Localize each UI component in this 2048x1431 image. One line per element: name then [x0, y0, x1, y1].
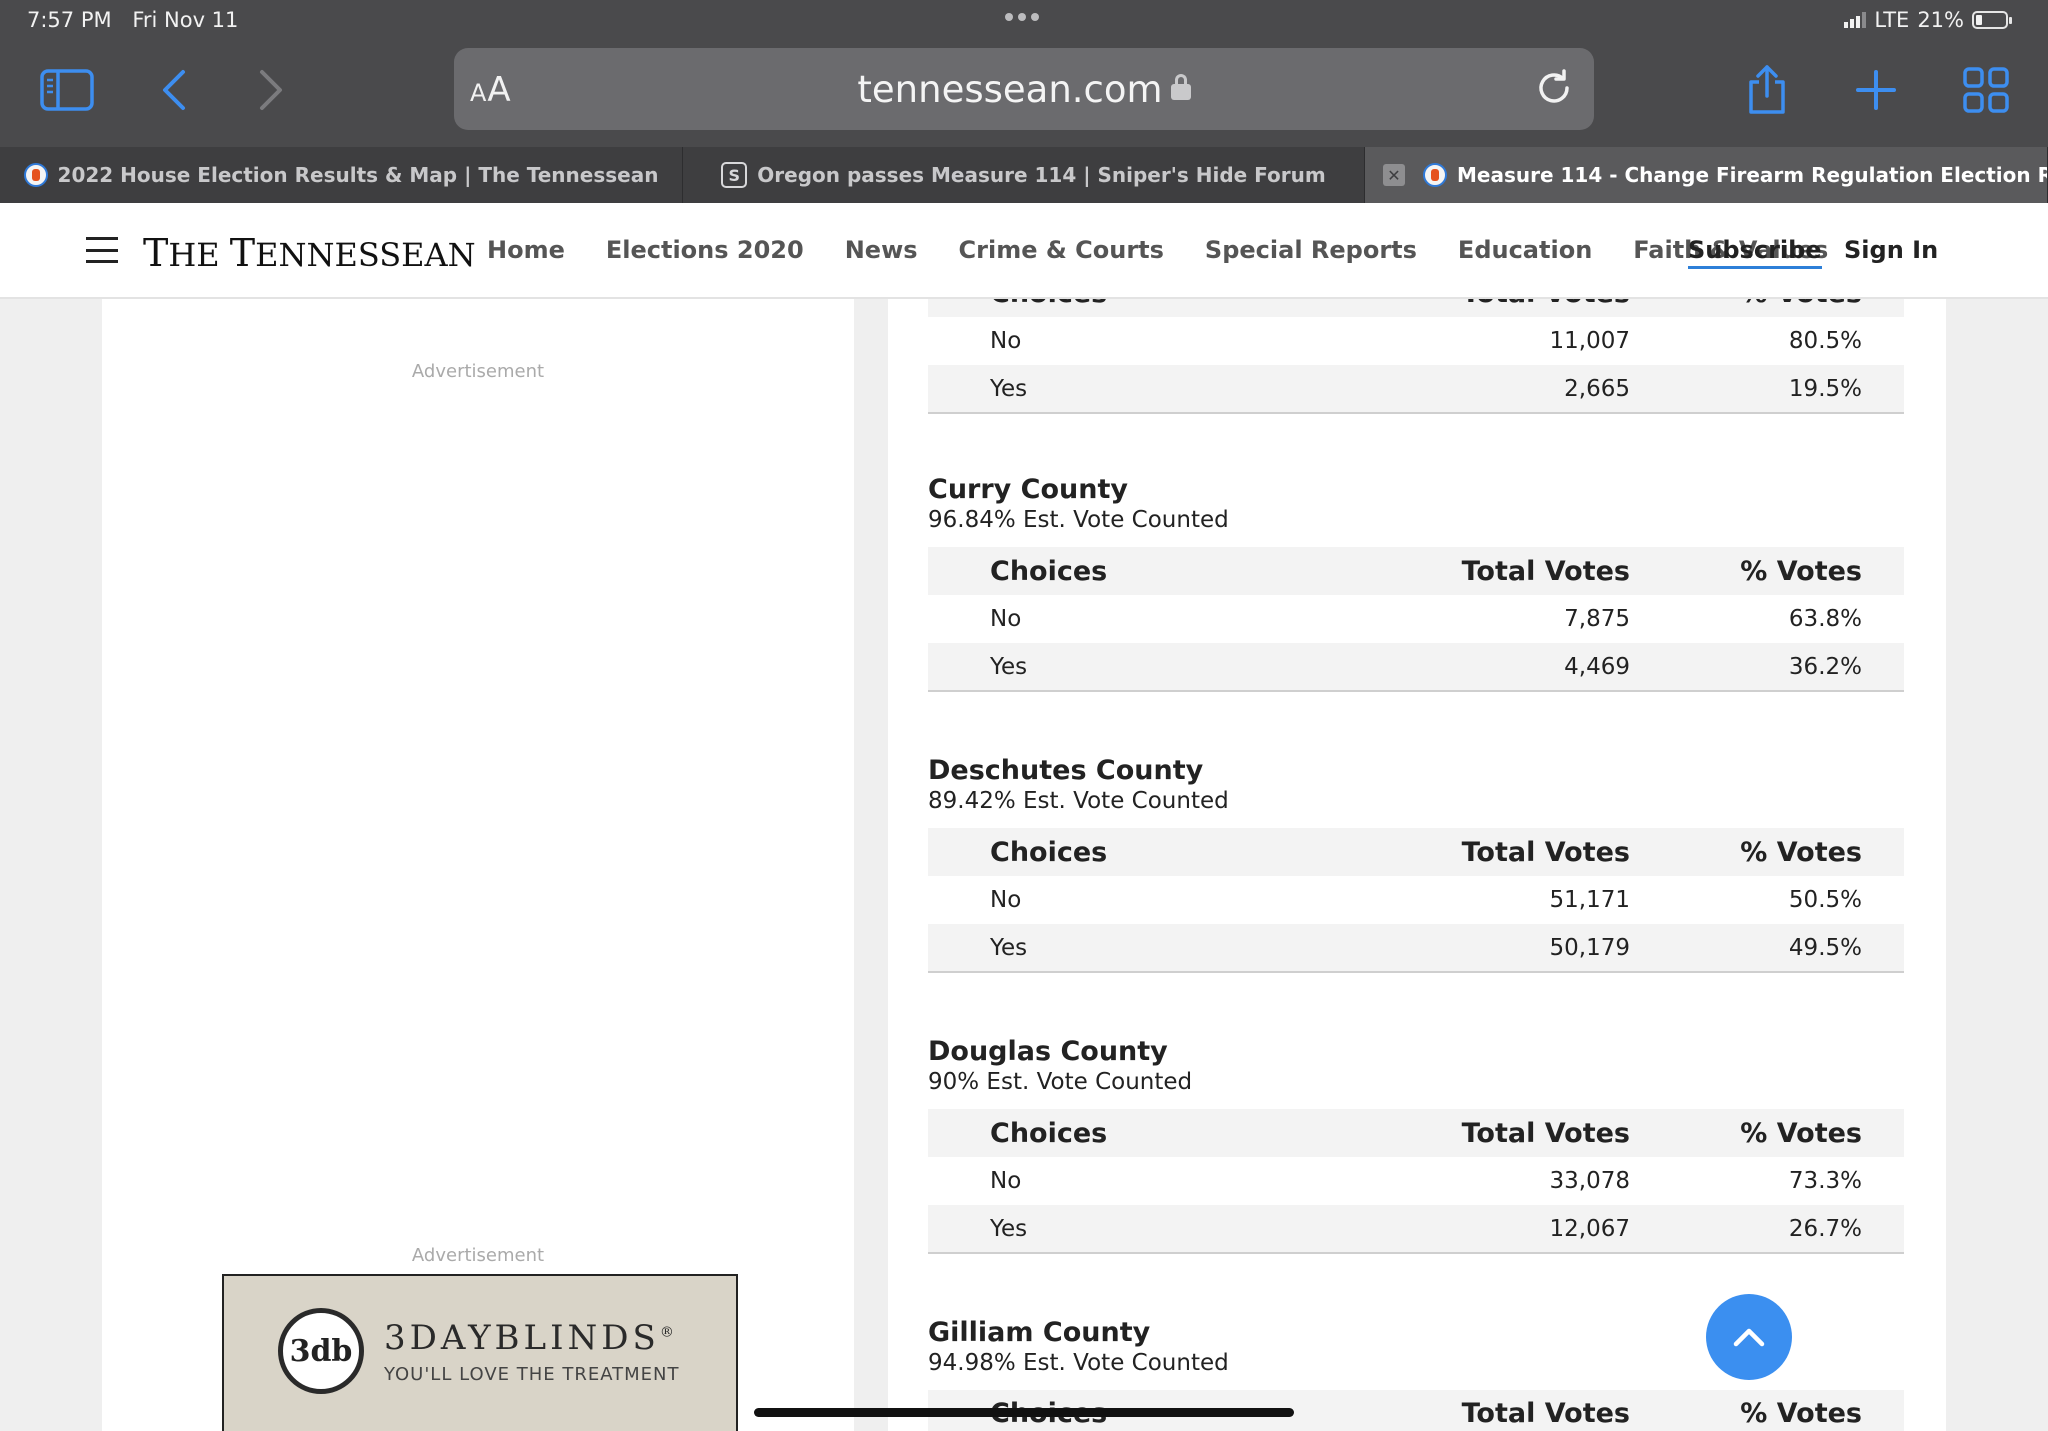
county-results-partial: Choices Total Votes % Votes No 11,007 80… — [928, 299, 1904, 414]
tab-snipers-hide-forum[interactable]: S Oregon passes Measure 114 | Sniper's H… — [683, 147, 1365, 203]
snipers-hide-favicon-icon: S — [721, 162, 748, 188]
table-row: No 11,007 80.5% — [990, 328, 1862, 354]
county-name: Douglas County — [928, 1036, 1168, 1067]
table-header-row: Choices Total Votes % Votes — [928, 1109, 1904, 1157]
address-bar[interactable]: AA tennessean.com — [454, 48, 1594, 130]
site-logo[interactable]: THE TENNESSEAN — [143, 231, 476, 275]
nav-crime-courts[interactable]: Crime & Courts — [959, 236, 1164, 264]
home-indicator[interactable] — [754, 1408, 1294, 1417]
main-nav: Home Elections 2020 News Crime & Courts … — [487, 236, 1869, 264]
table-header-row: Choices Total Votes % Votes — [928, 547, 1904, 595]
new-tab-icon[interactable] — [1848, 62, 1904, 118]
subscribe-link[interactable]: Subscribe — [1688, 236, 1822, 269]
county-results-deschutes: Deschutes County 89.42% Est. Vote Counte… — [928, 755, 1904, 973]
tab-bar: 2022 House Election Results & Map | The … — [0, 147, 2048, 203]
header-choices: Choices — [928, 299, 1348, 317]
tab-title: 2022 House Election Results & Map | The … — [57, 163, 659, 187]
hamburger-menu-icon[interactable] — [86, 237, 118, 263]
status-date: Fri Nov 11 — [132, 8, 239, 32]
results-table: Choices Total Votes % Votes No 51,171 50… — [928, 828, 1904, 973]
site-header: THE TENNESSEAN Home Elections 2020 News … — [0, 203, 2048, 299]
nav-special-reports[interactable]: Special Reports — [1205, 236, 1417, 264]
vote-counted-status: 90% Est. Vote Counted — [928, 1069, 1193, 1095]
county-results-douglas: Douglas County 90% Est. Vote Counted Cho… — [928, 1036, 1904, 1254]
url-text[interactable]: tennessean.com — [454, 68, 1594, 111]
nav-news[interactable]: News — [845, 236, 918, 264]
close-tab-icon[interactable]: ✕ — [1383, 164, 1405, 186]
table-header-row: Choices Total Votes % Votes — [928, 299, 1904, 317]
status-time: 7:57 PM — [27, 8, 112, 32]
tab-overview-icon[interactable] — [1958, 62, 2014, 118]
table-header-row: Choices Total Votes % Votes — [928, 828, 1904, 876]
reload-icon[interactable] — [1534, 68, 1574, 112]
table-row: Yes 2,665 19.5% — [928, 365, 1904, 413]
tab-house-election-results[interactable]: 2022 House Election Results & Map | The … — [0, 147, 683, 203]
chevron-up-icon — [1733, 1328, 1765, 1347]
nav-elections-2020[interactable]: Elections 2020 — [606, 236, 804, 264]
ad-banner-3dayblinds[interactable]: 3db 3DAYBLINDS® YOU'LL LOVE THE TREATMEN… — [222, 1274, 738, 1431]
ad-brand-name: 3DAYBLINDS® — [384, 1318, 678, 1358]
results-column: Choices Total Votes % Votes No 11,007 80… — [888, 299, 1946, 1431]
table-row: Yes 12,067 26.7% — [928, 1205, 1904, 1253]
nav-home[interactable]: Home — [487, 236, 565, 264]
ad-sidebar: Advertisement Advertisement 3db 3DAYBLIN… — [102, 299, 854, 1431]
county-name: Deschutes County — [928, 755, 1204, 786]
status-bar-left: 7:57 PM Fri Nov 11 — [27, 8, 238, 32]
advertisement-label: Advertisement — [411, 1245, 545, 1266]
page-body: Advertisement Advertisement 3db 3DAYBLIN… — [0, 299, 2048, 1431]
sign-in-link[interactable]: Sign In — [1844, 236, 1938, 264]
forward-icon[interactable] — [243, 62, 299, 118]
sidebar-icon[interactable] — [39, 62, 95, 118]
network-type: LTE — [1874, 8, 1910, 32]
table-row: Yes 4,469 36.2% — [928, 643, 1904, 691]
scroll-to-top-button[interactable] — [1706, 1294, 1792, 1380]
results-table: Choices Total Votes % Votes No 11,007 80… — [928, 299, 1904, 414]
browser-chrome: 7:57 PM Fri Nov 11 LTE 21% AA tennessean… — [0, 0, 2048, 147]
ad-tagline: YOU'LL LOVE THE TREATMENT — [384, 1364, 680, 1385]
vote-counted-status: 96.84% Est. Vote Counted — [928, 507, 1229, 533]
vote-counted-status: 89.42% Est. Vote Counted — [928, 788, 1229, 814]
advertisement-label: Advertisement — [411, 361, 545, 382]
tennessean-favicon-icon — [23, 163, 48, 187]
results-table: Choices Total Votes % Votes No 7,875 63.… — [928, 547, 1904, 692]
table-row: No 33,078 73.3% — [990, 1168, 1862, 1194]
nav-education[interactable]: Education — [1458, 236, 1592, 264]
results-table: Choices Total Votes % Votes No 33,078 73… — [928, 1109, 1904, 1254]
battery-icon — [1972, 11, 2012, 29]
lock-icon — [1170, 74, 1191, 100]
status-bar-right: LTE 21% — [1844, 8, 2012, 32]
tab-title: Oregon passes Measure 114 | Sniper's Hid… — [757, 163, 1326, 187]
header-total-votes: Total Votes — [1348, 299, 1630, 317]
share-icon[interactable] — [1739, 62, 1795, 118]
table-row: No 7,875 63.8% — [990, 606, 1862, 632]
multitasking-dots[interactable] — [1005, 13, 1039, 21]
county-results-curry: Curry County 96.84% Est. Vote Counted Ch… — [928, 474, 1904, 692]
3dayblinds-logo: 3db — [278, 1308, 364, 1394]
table-row: No 51,171 50.5% — [990, 887, 1862, 913]
cellular-signal-icon — [1844, 12, 1867, 28]
table-row: Yes 50,179 49.5% — [928, 924, 1904, 972]
tab-title: Measure 114 - Change Firearm Regulation … — [1457, 163, 2048, 187]
tab-measure-114-results[interactable]: ✕ Measure 114 - Change Firearm Regulatio… — [1365, 147, 2048, 203]
county-name: Curry County — [928, 474, 1128, 505]
tennessean-favicon-icon — [1423, 163, 1447, 187]
header-pct-votes: % Votes — [1630, 299, 1904, 317]
battery-percent: 21% — [1917, 8, 1964, 32]
back-icon[interactable] — [146, 62, 202, 118]
